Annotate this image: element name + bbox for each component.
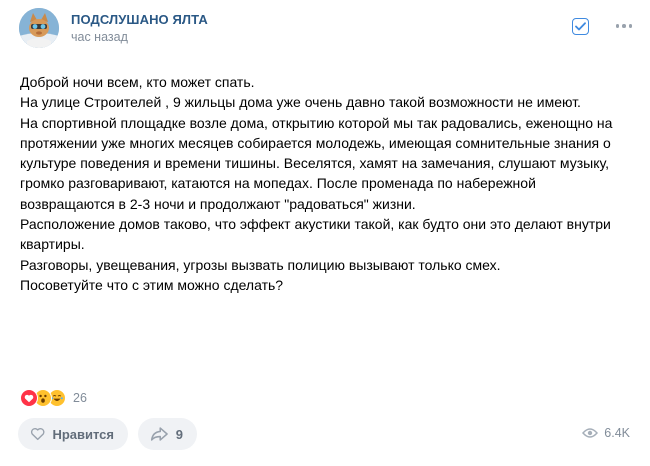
reactions-count: 26	[73, 391, 87, 405]
share-button[interactable]: 9	[138, 418, 197, 450]
avatar[interactable]	[19, 8, 59, 48]
views-counter: 6.4K	[582, 426, 630, 440]
heart-reaction-icon	[20, 389, 38, 407]
post-text-line: На улице Строителей , 9 жильцы дома уже …	[20, 94, 581, 111]
heart-outline-icon	[30, 427, 45, 441]
more-menu-icon[interactable]	[613, 17, 635, 35]
views-count: 6.4K	[604, 426, 630, 440]
reactions-summary[interactable]: 26	[20, 389, 87, 407]
post-text-line: Доброй ночи всем, кто может спать.	[20, 74, 255, 90]
post-time[interactable]: час назад	[71, 30, 128, 44]
share-arrow-icon	[150, 427, 168, 441]
share-count: 9	[175, 426, 183, 442]
check-icon	[575, 22, 586, 31]
eye-icon	[582, 428, 599, 438]
post-text-line: На спортивной площадке возле дома, откры…	[20, 114, 613, 212]
post-text-line: Расположение домов таково, что эффект ак…	[20, 216, 611, 253]
post-text: Доброй ночи всем, кто может спать. На ул…	[20, 72, 625, 295]
author-name[interactable]: ПОДСЛУШАНО ЯЛТА	[71, 12, 208, 27]
post-card: ПОДСЛУШАНО ЯЛТА час назад Доброй ночи вс…	[0, 0, 650, 466]
cat-avatar-icon	[19, 8, 59, 48]
like-button-label: Нравится	[52, 426, 114, 442]
post-text-line: Посоветуйте что с этим можно сделать?	[20, 276, 284, 293]
post-text-line: Разговоры, увещевания, угрозы вызвать по…	[20, 256, 501, 273]
like-button[interactable]: Нравится	[18, 418, 128, 450]
subscribed-check-icon[interactable]	[572, 18, 589, 35]
